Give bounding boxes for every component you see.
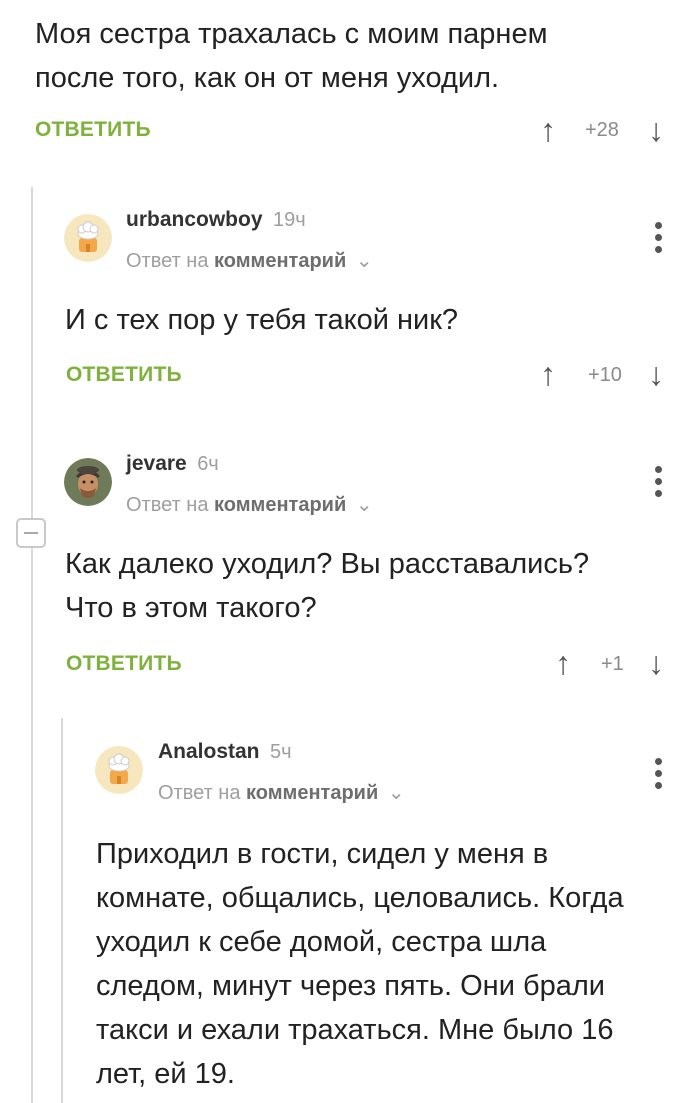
comment-line: уходил к себе домой, сестра шла [96, 926, 547, 958]
avatar[interactable] [64, 214, 112, 262]
comment-text: И с тех пор у тебя такой ник? [65, 298, 458, 342]
avatar[interactable] [64, 458, 112, 506]
thread-line-level-2 [61, 718, 63, 1103]
arrow-down-icon[interactable]: ↓ [648, 114, 664, 146]
collapse-thread-button[interactable] [16, 518, 46, 548]
reply-to-link[interactable]: комментарий [214, 250, 346, 272]
reply-to: Ответ на комментарий ⌄ [126, 248, 373, 273]
avatar[interactable] [95, 746, 143, 794]
reply-to: Ответ на комментарий ⌄ [158, 780, 405, 805]
reply-button[interactable]: ОТВЕТИТЬ [35, 118, 151, 142]
comment-line: лет, ей 19. [96, 1058, 235, 1090]
chevron-down-icon[interactable]: ⌄ [388, 782, 405, 804]
reply-to-prefix: Ответ на [126, 250, 209, 272]
rating-value: +10 [588, 364, 622, 386]
more-vertical-icon[interactable] [648, 758, 668, 794]
comment-line: Что в этом такого? [65, 592, 317, 624]
chevron-down-icon[interactable]: ⌄ [356, 494, 373, 516]
comment-text: Приходил в гости, сидел у меня в комнате… [96, 832, 624, 1096]
rating-value: +1 [601, 653, 624, 675]
username[interactable]: Analostan [158, 740, 260, 763]
timestamp: 5ч [269, 741, 292, 763]
comment-line: следом, минут через пять. Они брали [96, 970, 605, 1002]
comment-line: такси и ехали трахаться. Мне было 16 [96, 1014, 614, 1046]
root-comment-line-1: Моя сестра трахалась с моим парнем [35, 18, 548, 50]
reply-button[interactable]: ОТВЕТИТЬ [66, 652, 182, 676]
chef-avatar-icon [64, 214, 112, 262]
arrow-down-icon[interactable]: ↓ [648, 647, 664, 679]
comment-line: И с тех пор у тебя такой ник? [65, 304, 459, 336]
reply-to-prefix: Ответ на [126, 494, 209, 516]
reply-button[interactable]: ОТВЕТИТЬ [66, 363, 182, 387]
rating-value: +28 [585, 119, 619, 141]
arrow-up-icon[interactable]: ↑ [555, 647, 571, 679]
more-vertical-icon[interactable] [648, 222, 668, 258]
arrow-down-icon[interactable]: ↓ [648, 358, 664, 390]
timestamp: 6ч [197, 453, 219, 475]
arrow-up-icon[interactable]: ↑ [540, 358, 556, 390]
root-comment-line-2: после того, как он от меня уходил. [35, 62, 500, 94]
arrow-up-icon[interactable]: ↑ [540, 114, 556, 146]
user-photo-icon [64, 458, 112, 506]
reply-to-link[interactable]: комментарий [246, 782, 378, 804]
thread-line-level-1 [31, 187, 33, 1103]
username[interactable]: urbancowboy [126, 208, 263, 231]
reply-to: Ответ на комментарий ⌄ [126, 492, 373, 517]
reply-to-link[interactable]: комментарий [214, 494, 346, 516]
comment-text: Как далеко уходил? Вы расставались? Что … [65, 542, 589, 630]
timestamp: 19ч [272, 209, 306, 231]
root-comment-text: Моя сестра трахалась с моим парнем после… [35, 12, 548, 100]
comment-line: комнате, общались, целовались. Когда [96, 882, 624, 914]
chevron-down-icon[interactable]: ⌄ [356, 250, 373, 272]
username[interactable]: jevare [126, 452, 187, 475]
comment-line: Приходил в гости, сидел у меня в [96, 838, 549, 870]
reply-to-prefix: Ответ на [158, 782, 241, 804]
minus-icon [24, 532, 38, 534]
more-vertical-icon[interactable] [648, 466, 668, 502]
comment-line: Как далеко уходил? Вы расставались? [65, 548, 590, 580]
chef-avatar-icon [95, 746, 143, 794]
